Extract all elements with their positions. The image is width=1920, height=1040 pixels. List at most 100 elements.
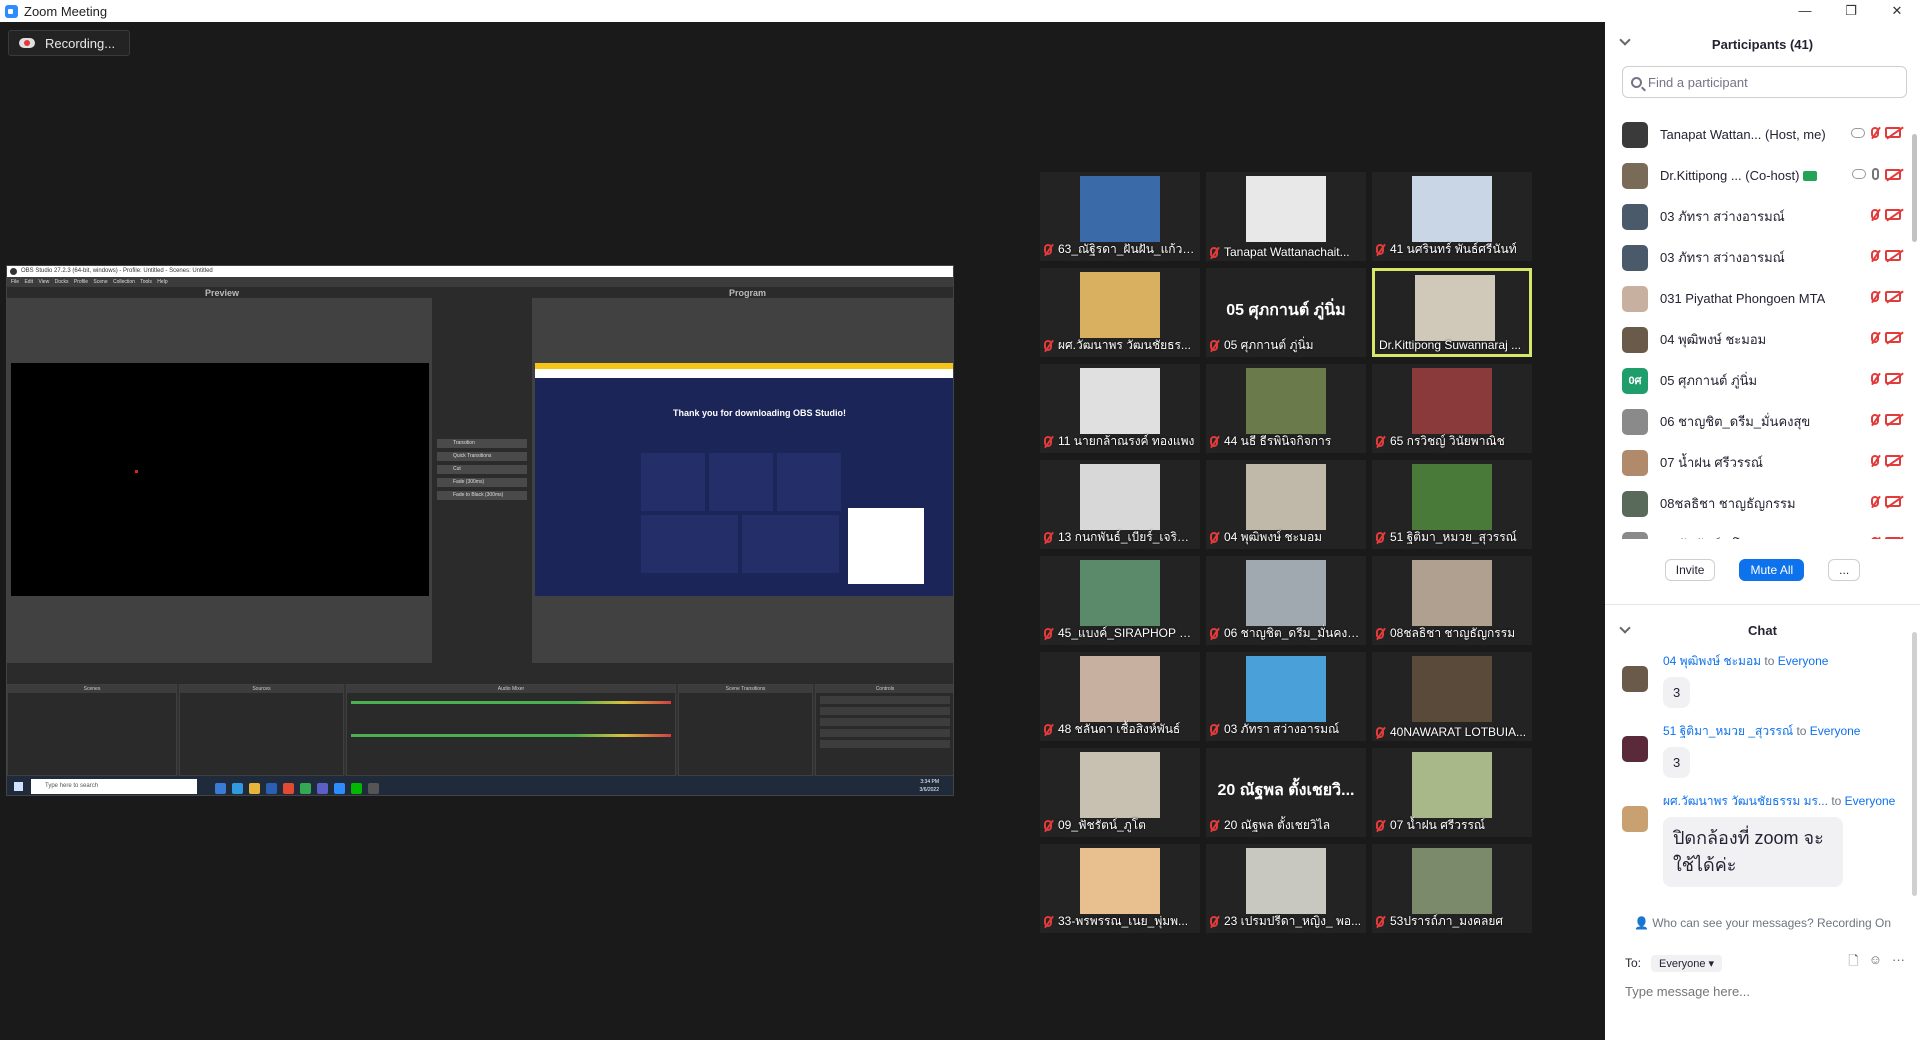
participant-search[interactable]: Find a participant (1622, 66, 1907, 98)
participant-video-tile[interactable]: ผศ.วัฒนาพร วัฒนชัยธร... (1040, 268, 1200, 357)
muted-mic-icon[interactable] (1871, 455, 1879, 466)
muted-mic-icon[interactable] (1871, 127, 1879, 138)
participant-video-tile[interactable]: 13 กนกพันธ์_เบียร์_เจริญ... (1040, 460, 1200, 549)
more-button[interactable]: ... (1828, 559, 1861, 581)
sender-name[interactable]: 04 พุฒิพงษ์ ชะมอม (1663, 654, 1764, 668)
studio-mode-button[interactable] (820, 729, 950, 737)
participant-video-tile[interactable]: 44 นธี ธีรพินิจกิจการ (1206, 364, 1366, 453)
video-off-icon[interactable] (1885, 373, 1901, 384)
recipient-select[interactable]: Everyone ▾ (1651, 954, 1723, 972)
participant-video-tile[interactable]: Dr.Kittipong Suwannaraj ... (1372, 268, 1532, 357)
chat-visibility-note[interactable]: 👤 Who can see your messages? Recording O… (1605, 916, 1920, 930)
app-icon[interactable] (300, 783, 311, 794)
start-virtual-camera-button[interactable] (820, 718, 950, 726)
video-off-icon[interactable] (1885, 332, 1901, 343)
transition-item[interactable]: Quick Transitions (437, 452, 527, 461)
muted-mic-icon[interactable] (1871, 209, 1879, 220)
participant-video-tile[interactable]: 20 ณัฐพล ตั้งเชยวิ... 20 ณัฐพล ตั้งเชยวิไ… (1206, 748, 1366, 837)
participant-video-tile[interactable]: 05 ศุภกานต์ ภู่นิ่ม 05 ศุภกานต์ ภู่นิ่ม (1206, 268, 1366, 357)
participant-video-tile[interactable]: 03 ภัทรา สว่างอารมณ์ (1206, 652, 1366, 741)
participant-row[interactable]: 07 น้ำฝน ศรีวรรณ์ (1605, 442, 1907, 483)
participant-video-tile[interactable]: 45_แบงค์_SIRAPHOP M... (1040, 556, 1200, 645)
app-icon[interactable] (283, 783, 294, 794)
video-off-icon[interactable] (1885, 127, 1901, 138)
participant-video-tile[interactable]: 65 กรวิชญ์ วินัยพาณิช (1372, 364, 1532, 453)
app-icon[interactable] (215, 783, 226, 794)
sender-name[interactable]: ผศ.วัฒนาพร วัฒนชัยธรรม มร... (1663, 794, 1831, 808)
chat-scrollbar[interactable] (1912, 632, 1917, 896)
participant-row[interactable]: 03 ภัทรา สว่างอารมณ์ (1605, 196, 1907, 237)
video-off-icon[interactable] (1885, 537, 1901, 539)
participant-video-tile[interactable]: 06 ชาญชิต_ดรีม_มั่นคงสุข (1206, 556, 1366, 645)
close-button[interactable]: ✕ (1874, 0, 1920, 22)
muted-mic-icon[interactable] (1871, 537, 1879, 539)
participant-video-tile[interactable]: 48 ชลันดา เชื้อสิงห์พันธ์ (1040, 652, 1200, 741)
settings-button[interactable] (820, 740, 950, 748)
participant-row[interactable]: 08ชลธิชา ชาญธัญกรรม (1605, 483, 1907, 524)
emoji-icon[interactable]: ☺ (1869, 952, 1882, 974)
muted-mic-icon[interactable] (1871, 496, 1879, 507)
participant-video-tile[interactable]: 41 นศรินทร์ พันธ์ศรีนันท์ (1372, 172, 1532, 261)
app-icon[interactable] (232, 783, 243, 794)
muted-mic-icon[interactable] (1871, 373, 1879, 384)
participant-video-tile[interactable]: Tanapat Wattanachait... (1206, 172, 1366, 261)
windows-start-icon[interactable] (14, 782, 23, 791)
app-icon[interactable] (368, 783, 379, 794)
transition-item[interactable]: Cut (437, 465, 527, 474)
participant-row[interactable]: 06 ชาญชิต_ดรีม_มั่นคงสุข (1605, 401, 1907, 442)
participant-video-tile[interactable]: 11 นายกล้าณรงค์ ทองแพง (1040, 364, 1200, 453)
collapse-chevron-icon[interactable] (1619, 622, 1631, 634)
muted-mic-icon[interactable] (1871, 250, 1879, 261)
participant-row[interactable]: 031 Piyathat Phongoen MTA (1605, 278, 1907, 319)
participant-video-tile[interactable]: 23 เปรมปรีดา_หญิง_ พอ... (1206, 844, 1366, 933)
app-icon[interactable] (351, 783, 362, 794)
app-icon[interactable] (317, 783, 328, 794)
participant-video-tile[interactable]: 53ปรารถ์ภา_มงคลยศ (1372, 844, 1532, 933)
participant-row[interactable]: 04 พุฒิพงษ์ ชะมอม (1605, 319, 1907, 360)
mute-all-button[interactable]: Mute All (1739, 559, 1805, 581)
app-icon[interactable] (249, 783, 260, 794)
transition-item[interactable]: Fade (300ms) (437, 478, 527, 487)
video-off-icon[interactable] (1885, 209, 1901, 220)
video-off-icon[interactable] (1885, 291, 1901, 302)
participant-video-tile[interactable]: 51 ฐิติมา_หมวย_สุวรรณ์ (1372, 460, 1532, 549)
transition-item[interactable]: Fade to Black (300ms) (437, 491, 527, 500)
participant-video-tile[interactable]: 04 พุฒิพงษ์ ชะมอม (1206, 460, 1366, 549)
participant-row[interactable]: 03 ภัทรา สว่างอารมณ์ (1605, 237, 1907, 278)
participant-video-tile[interactable]: 08ชลธิชา ชาญธัญกรรม (1372, 556, 1532, 645)
participant-row[interactable]: Tanapat Wattan... (Host, me) (1605, 114, 1907, 155)
start-recording-button[interactable] (820, 707, 950, 715)
participant-row[interactable]: Dr.Kittipong ... (Co-host) (1605, 155, 1907, 196)
minimize-button[interactable]: — (1782, 0, 1828, 22)
start-streaming-button[interactable] (820, 696, 950, 704)
participant-row[interactable]: 09 ฟัชรัตน์ ภูโต (1605, 524, 1907, 539)
video-off-icon[interactable] (1885, 414, 1901, 425)
video-off-icon[interactable] (1885, 250, 1901, 261)
recording-indicator[interactable]: Recording... (8, 30, 131, 56)
sender-name[interactable]: 51 ฐิติมา_หมวย _สุวรรณ์ (1663, 724, 1796, 738)
file-icon[interactable]: 🗋 (1848, 952, 1858, 974)
video-off-icon[interactable] (1885, 455, 1901, 466)
app-icon[interactable] (266, 783, 277, 794)
more-icon[interactable]: ··· (1892, 952, 1905, 974)
restore-button[interactable]: ❐ (1828, 0, 1874, 22)
muted-mic-icon[interactable] (1871, 414, 1879, 425)
collapse-chevron-icon[interactable] (1619, 34, 1631, 46)
invite-button[interactable]: Invite (1664, 559, 1716, 581)
participant-row[interactable]: 0ศ 05 ศุภกานต์ ภู่นิ่ม (1605, 360, 1907, 401)
video-off-icon[interactable] (1885, 168, 1901, 180)
muted-mic-icon[interactable] (1871, 332, 1879, 343)
muted-mic-icon[interactable] (1871, 291, 1879, 302)
participant-video-tile[interactable]: 40NAWARAT LOTBUIA... (1372, 652, 1532, 741)
app-icon[interactable] (334, 783, 345, 794)
transition-item[interactable]: Transition (437, 439, 527, 448)
participant-video-tile[interactable]: 33-พรพรรณ_เนย_พุ่มพ... (1040, 844, 1200, 933)
participant-video-tile[interactable]: 07 น้ำฝน ศรีวรรณ์ (1372, 748, 1532, 837)
mic-icon[interactable] (1872, 168, 1879, 180)
participant-video-tile[interactable]: 09_ฟัชรัตน์_ภูโต (1040, 748, 1200, 837)
participant-scrollbar[interactable] (1912, 134, 1917, 242)
chat-input[interactable] (1625, 984, 1905, 999)
taskbar-search[interactable]: Type here to search (31, 779, 197, 794)
participant-video-tile[interactable]: 63_ณัฐิรดา_ฝันฝัน_แก้วสุ... (1040, 172, 1200, 261)
video-off-icon[interactable] (1885, 496, 1901, 507)
